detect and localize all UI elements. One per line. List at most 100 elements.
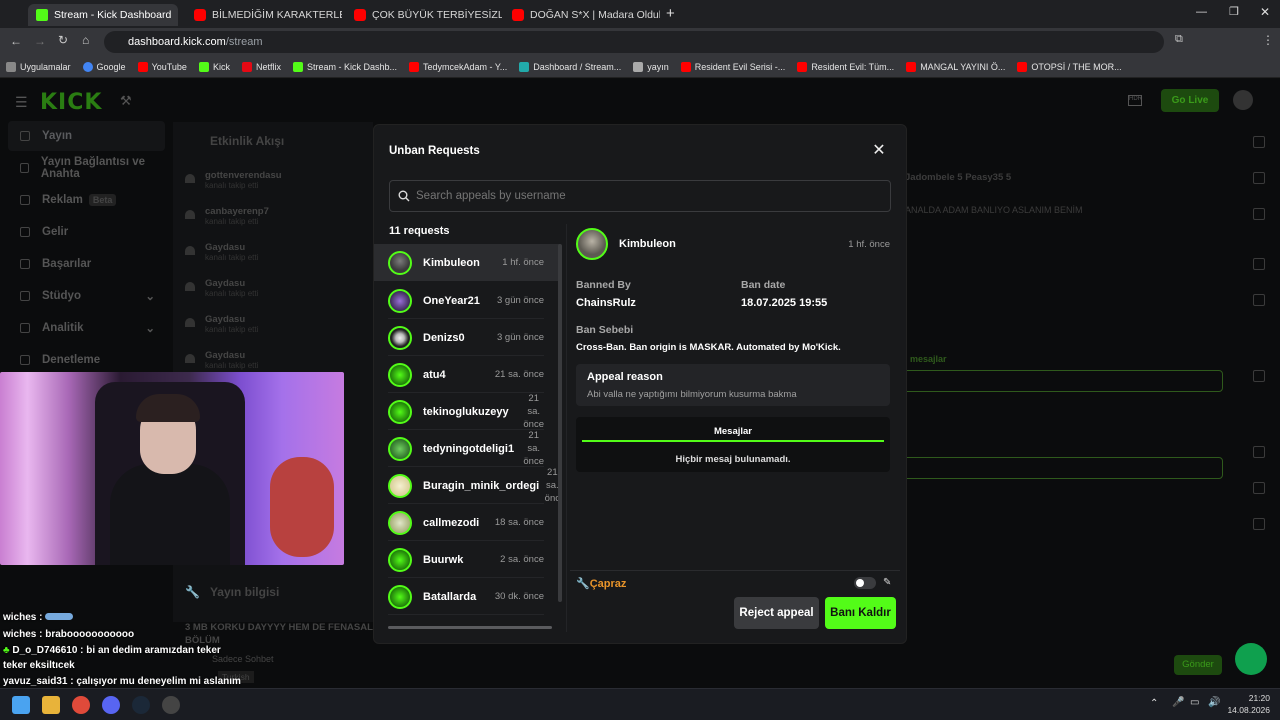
- chrome-icon[interactable]: [72, 696, 90, 714]
- tool-icon[interactable]: ⚒: [120, 93, 132, 109]
- tab-youtube-3[interactable]: DOĞAN S*X | Madara Olduk #7✕: [504, 4, 660, 26]
- bookmark-item[interactable]: YouTube: [137, 61, 187, 72]
- go-live-button[interactable]: Go Live: [1161, 89, 1219, 112]
- unban-button[interactable]: Banı Kaldır: [825, 597, 896, 629]
- cross-ban-toggle[interactable]: [854, 577, 876, 589]
- sidebar-item-stream-key[interactable]: Yayın Bağlantısı ve Anahta: [8, 153, 165, 183]
- sidebar-item-gelir[interactable]: Gelir: [8, 217, 165, 247]
- tab-messages[interactable]: Mesajlar: [582, 424, 884, 442]
- pencil-icon[interactable]: ✎: [883, 577, 891, 588]
- send-button[interactable]: Gönder: [1174, 655, 1222, 675]
- avatar: [388, 436, 412, 461]
- webcam-overlay: [0, 372, 344, 565]
- list-item[interactable]: Buragin_minik_ordegi 21 sa. önc: [374, 467, 560, 504]
- list-scrollbar[interactable]: [558, 244, 562, 602]
- bookmark-item[interactable]: TedymcekAdam - Y...: [409, 61, 507, 72]
- window-close-icon[interactable]: ✕: [1260, 5, 1270, 19]
- tool-icon: [1253, 446, 1265, 458]
- obs-icon[interactable]: [162, 696, 180, 714]
- hdr-icon[interactable]: HDR: [1128, 95, 1142, 106]
- stream-info-title: 🔧 Yayın bilgisi: [185, 585, 280, 599]
- reject-appeal-button[interactable]: Reject appeal: [734, 597, 819, 629]
- volume-icon[interactable]: 🔊: [1208, 697, 1220, 708]
- windows-start-icon[interactable]: [12, 696, 30, 714]
- bookmark-item[interactable]: Uygulamalar: [6, 61, 71, 72]
- bookmark-folder[interactable]: yayın: [633, 61, 669, 72]
- tray-chevron-icon[interactable]: ⌃: [1150, 698, 1158, 709]
- steam-icon[interactable]: [132, 696, 150, 714]
- list-item[interactable]: Denizs0 3 gün önce: [374, 319, 560, 356]
- monitor-icon[interactable]: ▭: [1190, 697, 1199, 708]
- url-path: /stream: [225, 36, 263, 48]
- sidebar-item-studyo[interactable]: Stüdyo ⌄: [8, 281, 165, 311]
- bookmark-item[interactable]: OTOPSİ / THE MOR...: [1017, 61, 1122, 72]
- taskbar: ⌃ 🎤 ▭ 🔊: [0, 688, 1280, 720]
- reload-icon[interactable]: ↻: [58, 33, 68, 47]
- tab-kick-dashboard[interactable]: Stream - Kick Dashboard✕: [28, 4, 178, 26]
- chevron-down-icon: ⌄: [145, 291, 155, 303]
- list-item[interactable]: tedyningotdeligi1 21 sa. önce: [374, 430, 560, 467]
- sidebar-item-denetleme[interactable]: Denetleme: [8, 345, 165, 375]
- bookmark-item[interactable]: Netflix: [241, 61, 281, 72]
- chat-field[interactable]: [903, 457, 1223, 479]
- ban-date-value: 18.07.2025 19:55: [741, 297, 828, 309]
- bookmark-item[interactable]: Resident Evil: Tüm...: [797, 61, 894, 72]
- list-item[interactable]: atu4 21 sa. önce: [374, 356, 560, 393]
- restore-icon[interactable]: ❐: [1229, 5, 1239, 18]
- sidebar-item-basarilar[interactable]: Başarılar: [8, 249, 165, 279]
- bookmark-item[interactable]: Kick: [198, 61, 230, 72]
- system-clock[interactable]: 21:20 14.08.2026: [1227, 692, 1270, 716]
- avatar[interactable]: [1233, 90, 1253, 110]
- bookmark-item[interactable]: Stream - Kick Dashb...: [292, 61, 397, 72]
- tab-youtube-2[interactable]: ÇOK BÜYÜK TERBİYESİZLİK BEN✕: [346, 4, 502, 26]
- search-input[interactable]: [416, 190, 876, 202]
- sidebar-item-reklam[interactable]: Reklam Beta: [8, 185, 165, 215]
- broadcast-icon: [20, 131, 30, 141]
- heart-icon: [185, 246, 195, 255]
- bookmark-item[interactable]: MANGAL YAYINI Ö...: [906, 61, 1005, 72]
- activity-item: Gaydasu kanalı takip etti: [185, 278, 258, 298]
- list-item[interactable]: OneYear21 3 gün önce: [374, 282, 560, 319]
- bolt-icon: [1253, 208, 1265, 220]
- mic-icon[interactable]: 🎤: [1172, 697, 1184, 708]
- forward-icon[interactable]: →: [34, 34, 46, 48]
- help-button[interactable]: [1235, 643, 1267, 675]
- close-icon[interactable]: ✕: [871, 143, 887, 159]
- bookmark-item[interactable]: Google: [82, 61, 126, 72]
- youtube-icon: [512, 9, 524, 21]
- new-tab-icon[interactable]: +: [666, 5, 675, 22]
- bookmark-item[interactable]: Resident Evil Serisi -...: [680, 61, 785, 72]
- moderation-icon: [20, 355, 30, 365]
- menu-dots-icon[interactable]: ⋮: [1262, 33, 1274, 47]
- hamburger-icon[interactable]: ☰: [15, 94, 28, 111]
- close-tab-icon[interactable]: ✕: [171, 9, 178, 22]
- people-icon: [1253, 482, 1265, 494]
- list-item[interactable]: Kimbuleon 1 hf. önce: [374, 244, 560, 281]
- avatar: [388, 288, 412, 313]
- sidebar-item-yayin[interactable]: Yayın: [8, 121, 165, 151]
- chat-user-badges: Jadombele 5 Peasy35 5: [905, 172, 1012, 183]
- home-icon[interactable]: ⌂: [82, 33, 89, 47]
- file-explorer-icon[interactable]: [42, 696, 60, 714]
- list-item[interactable]: callmezodi 18 sa. önce: [374, 504, 560, 541]
- back-icon[interactable]: ←: [10, 34, 22, 48]
- minimize-icon[interactable]: —: [1196, 6, 1207, 18]
- bookmark-item[interactable]: Dashboard / Stream...: [519, 61, 621, 72]
- list-item[interactable]: Batallarda 30 dk. önce: [374, 578, 560, 615]
- discord-icon[interactable]: [102, 696, 120, 714]
- heart-icon: [185, 282, 195, 291]
- chat-field[interactable]: [903, 370, 1223, 392]
- appeal-reason-title: Appeal reason: [587, 371, 663, 383]
- tab-youtube-1[interactable]: BİLMEDİĞİM KARAKTERLER İLE✕: [186, 4, 342, 26]
- search-field[interactable]: [389, 180, 891, 212]
- avatar: [388, 250, 412, 275]
- list-horizontal-scrollbar[interactable]: [388, 626, 552, 629]
- list-item[interactable]: tekinoglukuzeyy 21 sa. önce: [374, 393, 560, 430]
- chat-message: ANALDA ADAM BANLIYO ASLANIM BENİM: [905, 205, 1083, 215]
- activity-item: canbayerenp7 kanalı takip etti: [185, 206, 269, 226]
- address-bar[interactable]: dashboard.kick.com/stream: [104, 31, 1164, 53]
- extensions-icon[interactable]: ⧉: [1175, 33, 1183, 46]
- wrench-icon: 🔧: [185, 585, 200, 599]
- list-item[interactable]: Buurwk 2 sa. önce: [374, 541, 560, 578]
- sidebar-item-analitik[interactable]: Analitik ⌄: [8, 313, 165, 343]
